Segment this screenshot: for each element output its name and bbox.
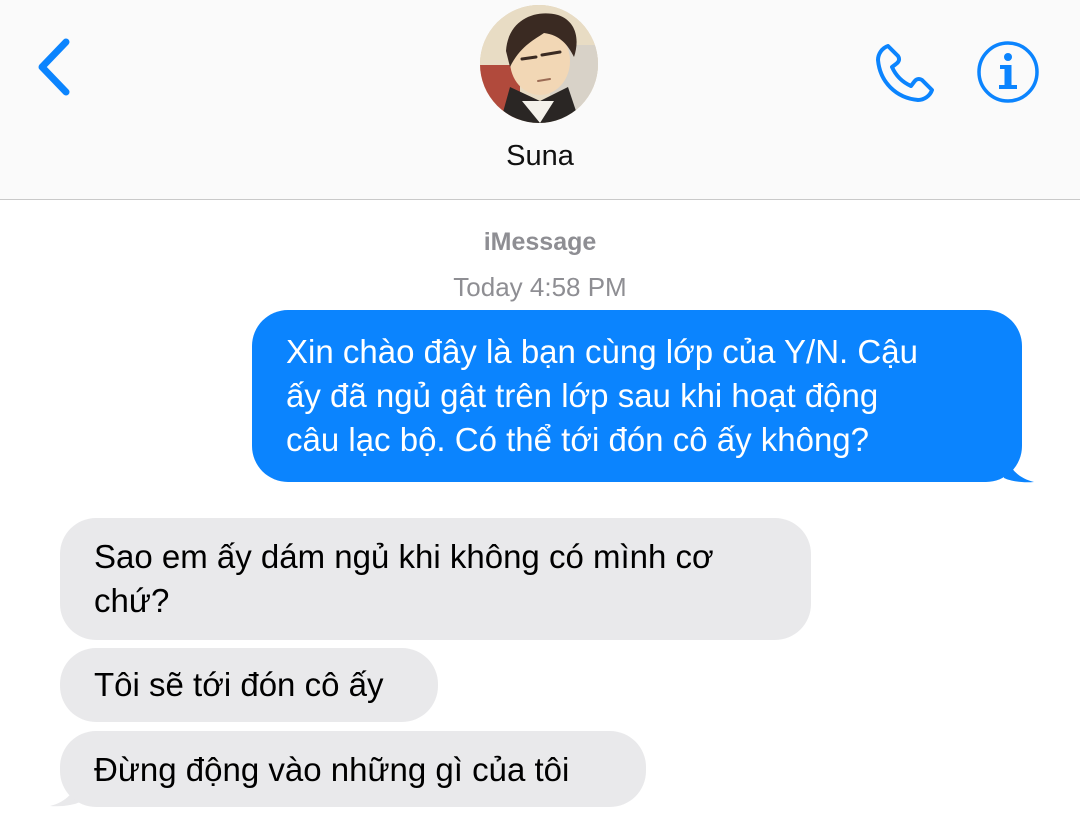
call-button[interactable] — [870, 38, 940, 108]
incoming-message[interactable]: Tôi sẽ tới đón cô ấy — [60, 648, 438, 722]
outgoing-message[interactable]: Xin chào đây là bạn cùng lớp của Y/N. Cậ… — [252, 310, 1022, 482]
message-line: câu lạc bộ. Có thể tới đón cô ấy không? — [286, 421, 870, 458]
incoming-message[interactable]: Đừng động vào những gì của tôi — [60, 731, 646, 807]
message-line: Đừng động vào những gì của tôi — [94, 751, 570, 788]
info-button[interactable] — [976, 40, 1040, 104]
message-timestamp: Today 4:58 PM — [453, 272, 627, 302]
chevron-left-icon — [38, 38, 70, 96]
message-line: Tôi sẽ tới đón cô ấy — [94, 666, 384, 703]
phone-icon — [876, 44, 934, 102]
messages-screen: Suna iMessage Today 4:58 PM Xin chào đây… — [0, 0, 1080, 836]
info-icon — [977, 41, 1039, 103]
message-line: Xin chào đây là bạn cùng lớp của Y/N. Cậ… — [286, 333, 918, 370]
conversation-header: Suna — [0, 0, 1080, 200]
message-line: chứ? — [94, 582, 170, 619]
avatar-image — [480, 5, 598, 123]
back-button[interactable] — [30, 32, 86, 102]
contact-avatar[interactable] — [480, 5, 598, 123]
service-label: iMessage — [483, 228, 597, 256]
message-line: ấy đã ngủ gật trên lớp sau khi hoạt động — [286, 377, 879, 414]
contact-name[interactable]: Suna — [0, 140, 1080, 173]
incoming-message[interactable]: Sao em ấy dám ngủ khi không có mình cơ c… — [60, 518, 811, 640]
message-line: Sao em ấy dám ngủ khi không có mình cơ — [94, 538, 714, 575]
